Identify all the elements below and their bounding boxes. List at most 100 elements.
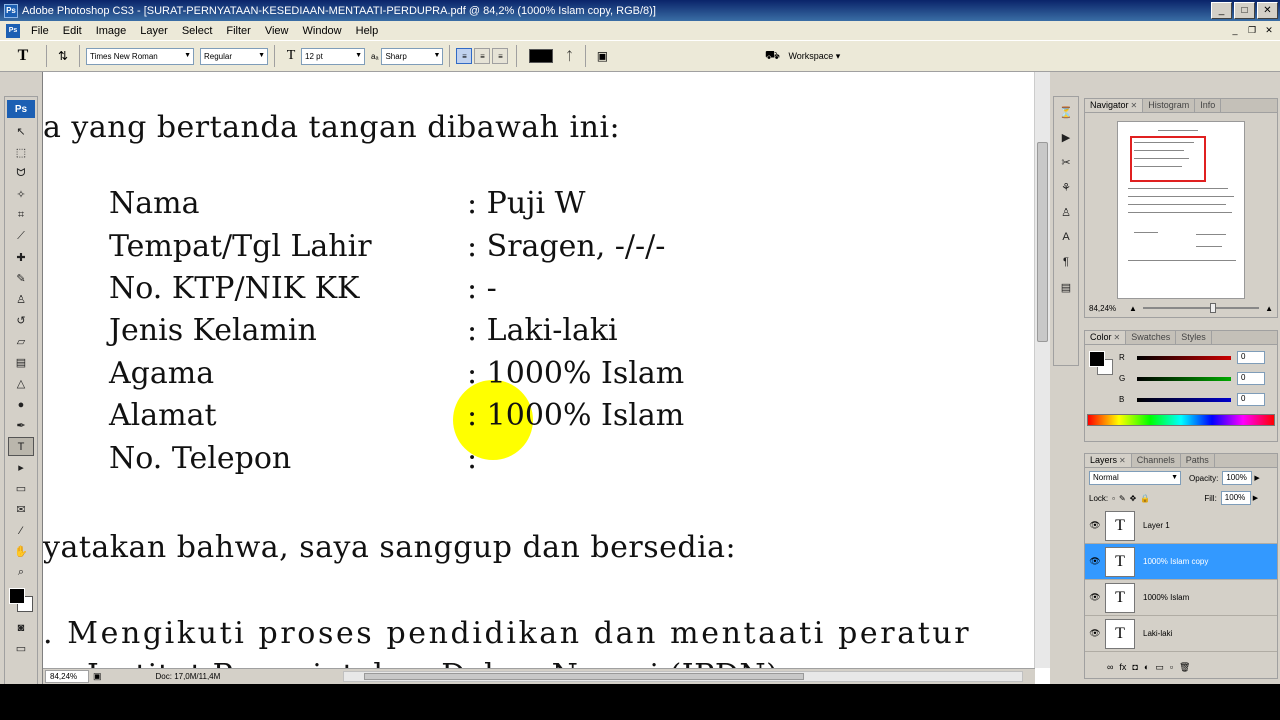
tab-color[interactable]: Color ✕ — [1085, 331, 1127, 344]
align-right-button[interactable]: ≡ — [492, 48, 509, 64]
tool-presets-icon[interactable]: ✂ — [1056, 152, 1076, 172]
opacity-field[interactable]: 100% — [1222, 471, 1253, 485]
fill-slider-icon[interactable]: ▶ — [1253, 494, 1258, 502]
brushes-icon[interactable]: ⚘ — [1056, 177, 1076, 197]
eyedropper-tool-icon[interactable]: ⁄ — [8, 521, 34, 540]
tab-info[interactable]: Info — [1195, 99, 1222, 112]
tab-channels[interactable]: Channels — [1132, 454, 1181, 467]
red-channel-value[interactable]: 0 — [1237, 351, 1265, 364]
zoom-tool-icon[interactable]: ⌕ — [8, 563, 34, 582]
lock-position-icon[interactable]: ✥ — [1130, 494, 1137, 503]
menu-image[interactable]: Image — [89, 25, 134, 37]
marquee-tool-icon[interactable]: ⬚ — [8, 143, 34, 162]
navigator-zoom-value[interactable]: 84,24% — [1089, 304, 1129, 313]
vertical-scrollbar[interactable] — [1034, 72, 1050, 668]
color-spectrum-ramp[interactable] — [1087, 414, 1275, 426]
menu-window[interactable]: Window — [296, 25, 349, 37]
status-menu-icon[interactable]: ▣ — [93, 671, 102, 682]
paragraph-icon[interactable]: ¶ — [1056, 252, 1076, 272]
move-tool-icon[interactable]: ↖ — [8, 122, 34, 141]
character-icon[interactable]: A — [1056, 227, 1076, 247]
type-tool-icon[interactable]: T — [8, 437, 34, 456]
zoom-slider[interactable] — [1142, 303, 1260, 313]
foreground-color-swatch[interactable] — [9, 588, 25, 604]
menu-filter[interactable]: Filter — [219, 25, 257, 37]
close-icon[interactable]: ✕ — [1131, 101, 1138, 110]
doc-close-button[interactable]: ✕ — [1262, 23, 1276, 37]
green-channel-value[interactable]: 0 — [1237, 372, 1265, 385]
document-icon[interactable]: Ps — [6, 23, 20, 38]
layer-row[interactable]: 👁 T Layer 1 — [1085, 508, 1277, 544]
navigator-preview[interactable] — [1117, 121, 1245, 299]
notes-tool-icon[interactable]: ✉ — [8, 500, 34, 519]
type-tool-preset-icon[interactable]: T — [6, 44, 40, 68]
maximize-button[interactable]: □ — [1234, 2, 1255, 19]
layer-name[interactable]: Laki-laki — [1143, 629, 1172, 638]
align-center-button[interactable]: ≡ — [474, 48, 491, 64]
visibility-eye-icon[interactable]: 👁 — [1085, 592, 1105, 603]
doc-minimize-button[interactable]: _ — [1228, 23, 1242, 37]
tab-navigator[interactable]: Navigator ✕ — [1085, 99, 1144, 112]
text-orientation-icon[interactable]: ⇅ — [53, 46, 73, 66]
visibility-eye-icon[interactable]: 👁 — [1085, 556, 1105, 567]
workspace-menu[interactable]: Workspace ▾ — [782, 49, 846, 64]
font-style-select[interactable]: Regular ▼ — [200, 47, 268, 65]
character-palette-icon[interactable]: ▣ — [592, 46, 612, 66]
layer-comps-icon[interactable]: ▤ — [1056, 277, 1076, 297]
menu-file[interactable]: File — [24, 25, 56, 37]
layer-style-icon[interactable]: fx — [1119, 662, 1126, 672]
tab-styles[interactable]: Styles — [1176, 331, 1212, 344]
shape-tool-icon[interactable]: ▭ — [8, 479, 34, 498]
visibility-eye-icon[interactable]: 👁 — [1085, 628, 1105, 639]
blue-channel-slider[interactable] — [1137, 397, 1231, 402]
tab-swatches[interactable]: Swatches — [1126, 331, 1177, 344]
warp-text-icon[interactable]: ᛏ — [559, 46, 579, 66]
green-channel-slider[interactable] — [1137, 376, 1231, 381]
font-family-select[interactable]: Times New Roman ▼ — [86, 47, 194, 65]
adjustment-layer-icon[interactable]: ◐ — [1144, 662, 1149, 672]
navigator-view-box[interactable] — [1130, 136, 1206, 182]
minimize-button[interactable]: _ — [1211, 2, 1232, 19]
clone-source-icon[interactable]: ♙ — [1056, 202, 1076, 222]
blur-tool-icon[interactable]: △ — [8, 374, 34, 393]
tab-histogram[interactable]: Histogram — [1143, 99, 1196, 112]
layer-row[interactable]: 👁 T 1000% Islam copy — [1085, 544, 1277, 580]
foreground-color-swatch[interactable] — [1089, 351, 1105, 367]
close-icon[interactable]: ✕ — [1114, 333, 1121, 342]
lock-all-icon[interactable]: 🔒 — [1140, 494, 1150, 503]
zoom-slider-knob[interactable] — [1210, 303, 1217, 313]
align-left-button[interactable]: ≡ — [456, 48, 473, 64]
slice-tool-icon[interactable]: ⟋ — [8, 227, 34, 246]
bridge-icon[interactable]: ⛟ — [762, 46, 782, 66]
menu-edit[interactable]: Edit — [56, 25, 89, 37]
doc-restore-button[interactable]: ❐ — [1245, 23, 1259, 37]
close-button[interactable]: ✕ — [1257, 2, 1278, 19]
layer-name[interactable]: 1000% Islam — [1143, 593, 1189, 602]
delete-layer-icon[interactable]: 🗑 — [1179, 662, 1190, 673]
menu-select[interactable]: Select — [175, 25, 220, 37]
lock-transparency-icon[interactable]: ▫ — [1112, 494, 1115, 503]
blend-mode-select[interactable]: Normal ▼ — [1089, 471, 1181, 485]
visibility-eye-icon[interactable]: 👁 — [1085, 520, 1105, 531]
quick-mask-icon[interactable]: ◙ — [8, 618, 34, 637]
tab-paths[interactable]: Paths — [1181, 454, 1215, 467]
layer-row[interactable]: 👁 T 1000% Islam — [1085, 580, 1277, 616]
history-icon[interactable]: ⏳ — [1056, 102, 1076, 122]
document-canvas[interactable]: a yang bertanda tangan dibawah ini: Nama… — [43, 72, 1035, 668]
gradient-tool-icon[interactable]: ▤ — [8, 353, 34, 372]
hand-tool-icon[interactable]: ✋ — [8, 542, 34, 561]
tab-layers[interactable]: Layers ✕ — [1085, 454, 1132, 467]
brush-tool-icon[interactable]: ✎ — [8, 269, 34, 288]
layer-name[interactable]: Layer 1 — [1143, 521, 1170, 530]
close-icon[interactable]: ✕ — [1119, 456, 1126, 465]
zoom-level-field[interactable]: 84,24% — [45, 670, 89, 683]
new-group-icon[interactable]: ▭ — [1155, 662, 1164, 673]
lock-image-icon[interactable]: ✎ — [1119, 494, 1126, 503]
zoom-in-icon[interactable]: ▲ — [1265, 304, 1273, 313]
fill-field[interactable]: 100% — [1220, 491, 1251, 505]
eraser-tool-icon[interactable]: ▱ — [8, 332, 34, 351]
horizontal-scroll-thumb[interactable] — [364, 673, 804, 680]
blue-channel-value[interactable]: 0 — [1237, 393, 1265, 406]
foreground-background-colors[interactable] — [7, 586, 35, 614]
layer-name[interactable]: 1000% Islam copy — [1143, 557, 1208, 566]
